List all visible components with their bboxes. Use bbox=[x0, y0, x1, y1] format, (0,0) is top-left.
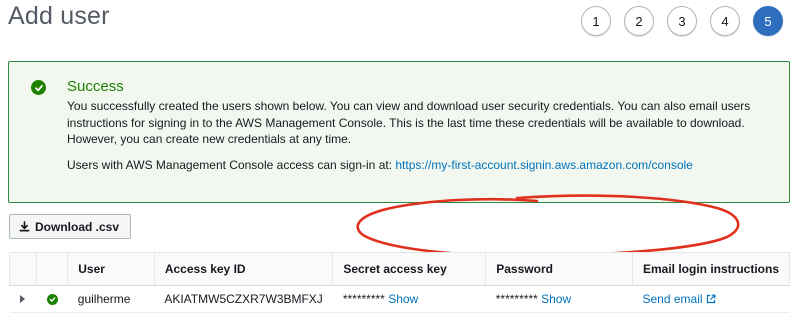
caret-right-icon[interactable] bbox=[19, 295, 25, 303]
wizard-steps: 1 2 3 4 5 bbox=[581, 6, 783, 36]
external-link-icon bbox=[706, 292, 716, 306]
step-5[interactable]: 5 bbox=[753, 6, 783, 36]
send-email-link[interactable]: Send email bbox=[642, 292, 716, 306]
step-1[interactable]: 1 bbox=[581, 6, 611, 36]
signin-prefix: Users with AWS Management Console access… bbox=[67, 158, 396, 172]
column-header-email: Email login instructions bbox=[631, 252, 791, 286]
download-label: Download .csv bbox=[35, 219, 120, 234]
step-2[interactable]: 2 bbox=[624, 6, 654, 36]
table-row: guilherme AKIATMW5CZXR7W3BMFXJ *********… bbox=[9, 285, 790, 313]
user-cell: guilherme bbox=[67, 285, 155, 313]
alert-message: You successfully created the users shown… bbox=[67, 99, 751, 146]
success-alert: Success You successfully created the use… bbox=[8, 61, 790, 257]
show-password-link[interactable]: Show bbox=[541, 292, 571, 306]
column-header-user: User bbox=[67, 252, 155, 286]
step-4[interactable]: 4 bbox=[710, 6, 740, 36]
column-header-secret-key: Secret access key bbox=[332, 252, 487, 286]
email-cell: Send email bbox=[632, 285, 790, 313]
credentials-table: User Access key ID Secret access key Pas… bbox=[8, 252, 791, 313]
secret-key-cell: ********* Show bbox=[332, 285, 486, 313]
signin-line: Users with AWS Management Console access… bbox=[67, 158, 693, 172]
column-header-password: Password bbox=[485, 252, 633, 286]
send-email-label: Send email bbox=[642, 292, 703, 306]
expand-cell bbox=[9, 285, 37, 313]
show-secret-link[interactable]: Show bbox=[388, 292, 418, 306]
access-key-cell: AKIATMW5CZXR7W3BMFXJ bbox=[154, 285, 333, 313]
page-title: Add user bbox=[8, 2, 110, 30]
step-3[interactable]: 3 bbox=[667, 6, 697, 36]
download-csv-button[interactable]: Download .csv bbox=[9, 214, 132, 239]
check-circle-icon bbox=[46, 294, 58, 305]
column-header-access-key: Access key ID bbox=[153, 252, 334, 286]
status-column-header bbox=[36, 252, 69, 286]
alert-title: Success bbox=[67, 78, 124, 95]
download-icon bbox=[19, 221, 30, 232]
password-mask: ********* bbox=[495, 292, 538, 306]
secret-mask: ********* bbox=[342, 292, 385, 306]
check-circle-icon bbox=[31, 80, 46, 95]
signin-url-link[interactable]: https://my-first-account.signin.aws.amaz… bbox=[395, 158, 692, 172]
table-header-row: User Access key ID Secret access key Pas… bbox=[8, 252, 791, 286]
status-cell bbox=[36, 285, 68, 313]
password-cell: ********* Show bbox=[485, 285, 633, 313]
expand-column-header bbox=[8, 252, 38, 286]
